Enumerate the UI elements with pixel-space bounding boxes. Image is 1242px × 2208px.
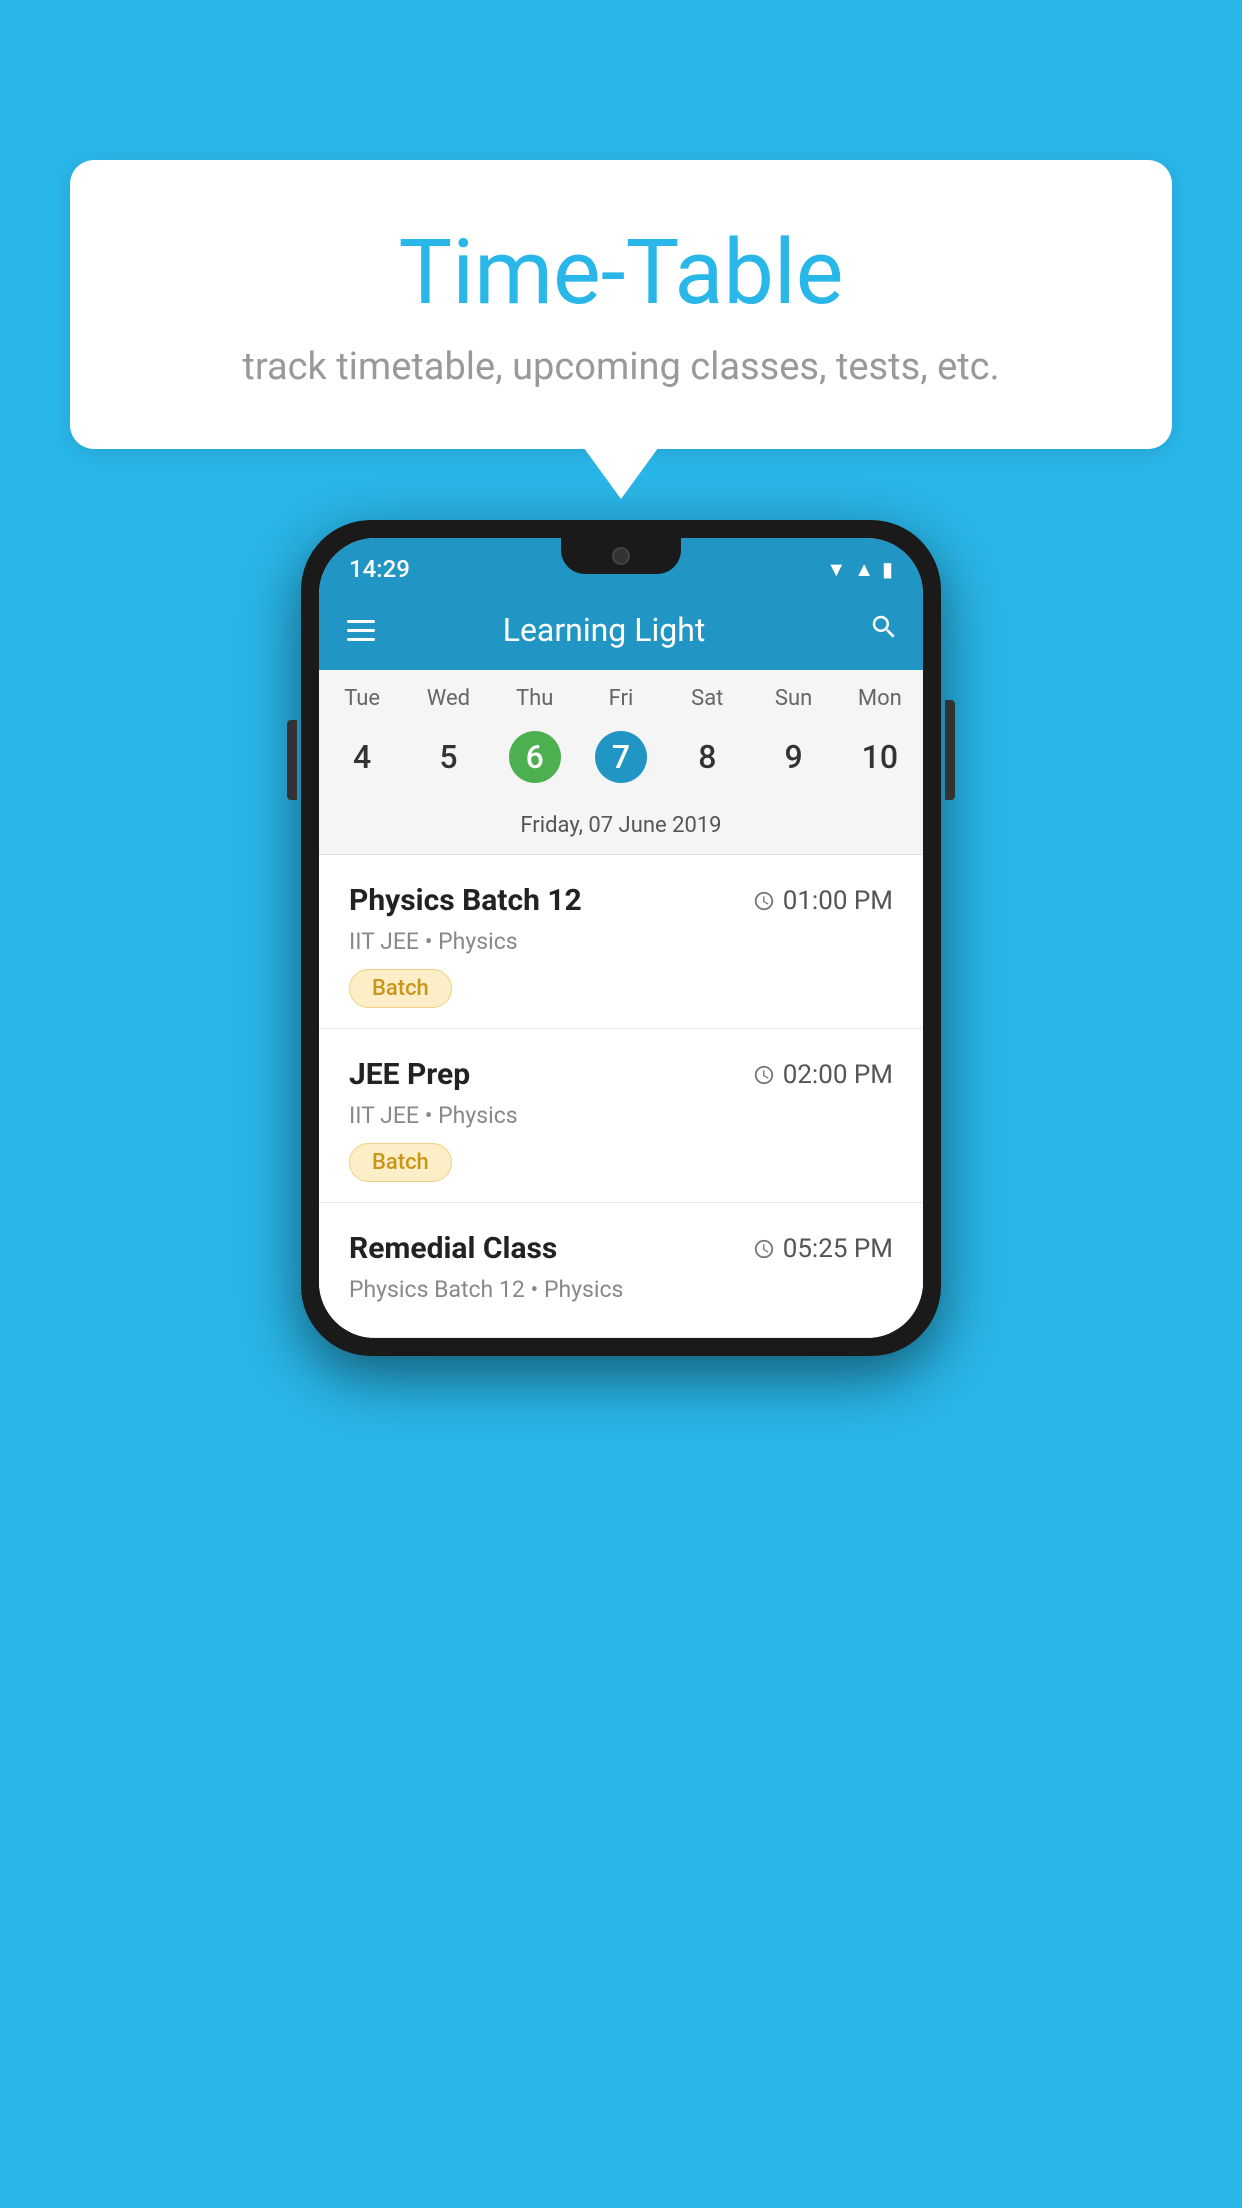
day-4[interactable]: 4 [319,723,405,791]
app-title: Learning Light [399,611,809,649]
calendar: Tue Wed Thu Fri Sat Sun Mon 4 5 6 7 8 9 … [319,670,923,855]
search-icon[interactable] [869,612,899,649]
batch-badge-1: Batch [349,969,452,1008]
batch-badge-2: Batch [349,1143,452,1182]
schedule-time-2: 02:00 PM [753,1060,893,1090]
schedule-item-3-header: Remedial Class 05:25 PM [349,1231,893,1266]
speech-bubble: Time-Table track timetable, upcoming cla… [70,160,1172,449]
day-header-wed: Wed [405,686,491,711]
day-header-tue: Tue [319,686,405,711]
schedule-subtitle-2: IIT JEE • Physics [349,1102,893,1129]
day-header-thu: Thu [492,686,578,711]
day-6-today[interactable]: 6 [492,723,578,791]
schedule-item-1-header: Physics Batch 12 01:00 PM [349,883,893,918]
schedule-title-3: Remedial Class [349,1231,557,1266]
day-8[interactable]: 8 [664,723,750,791]
phone-mockup: 14:29 ▼ ▲ ▮ Learning Light [301,520,941,1356]
status-icons: ▼ ▲ ▮ [826,557,893,582]
schedule-title-2: JEE Prep [349,1057,470,1092]
day-10[interactable]: 10 [837,723,923,791]
schedule-title-1: Physics Batch 12 [349,883,582,918]
battery-icon: ▮ [882,557,893,581]
schedule-item-1[interactable]: Physics Batch 12 01:00 PM IIT JEE • Phys… [319,855,923,1029]
speech-bubble-container: Time-Table track timetable, upcoming cla… [70,160,1172,449]
selected-date: Friday, 07 June 2019 [319,805,923,855]
hamburger-menu[interactable] [343,616,379,645]
phone-inner: 14:29 ▼ ▲ ▮ Learning Light [319,538,923,1338]
day-header-mon: Mon [837,686,923,711]
app-bar: Learning Light [319,590,923,670]
phone-outer: 14:29 ▼ ▲ ▮ Learning Light [301,520,941,1356]
schedule-time-1: 01:00 PM [753,886,893,916]
status-time: 14:29 [349,555,410,583]
bubble-title: Time-Table [120,220,1122,325]
camera [612,547,630,565]
day-header-sat: Sat [664,686,750,711]
bubble-subtitle: track timetable, upcoming classes, tests… [120,345,1122,389]
phone-notch [561,538,681,574]
day-header-fri: Fri [578,686,664,711]
wifi-icon: ▼ [826,557,846,582]
schedule-item-2[interactable]: JEE Prep 02:00 PM IIT JEE • Physics Batc… [319,1029,923,1203]
schedule-item-3[interactable]: Remedial Class 05:25 PM Physics Batch 12… [319,1203,923,1338]
day-numbers: 4 5 6 7 8 9 10 [319,719,923,805]
signal-icon: ▲ [854,557,874,582]
day-9[interactable]: 9 [750,723,836,791]
schedule-subtitle-1: IIT JEE • Physics [349,928,893,955]
day-header-sun: Sun [750,686,836,711]
clock-icon-1 [753,890,775,912]
clock-icon-3 [753,1238,775,1260]
day-5[interactable]: 5 [405,723,491,791]
clock-icon-2 [753,1064,775,1086]
day-7-selected[interactable]: 7 [578,723,664,791]
schedule-time-3: 05:25 PM [753,1234,893,1264]
schedule-list: Physics Batch 12 01:00 PM IIT JEE • Phys… [319,855,923,1338]
schedule-item-2-header: JEE Prep 02:00 PM [349,1057,893,1092]
day-headers: Tue Wed Thu Fri Sat Sun Mon [319,670,923,719]
schedule-subtitle-3: Physics Batch 12 • Physics [349,1276,893,1303]
